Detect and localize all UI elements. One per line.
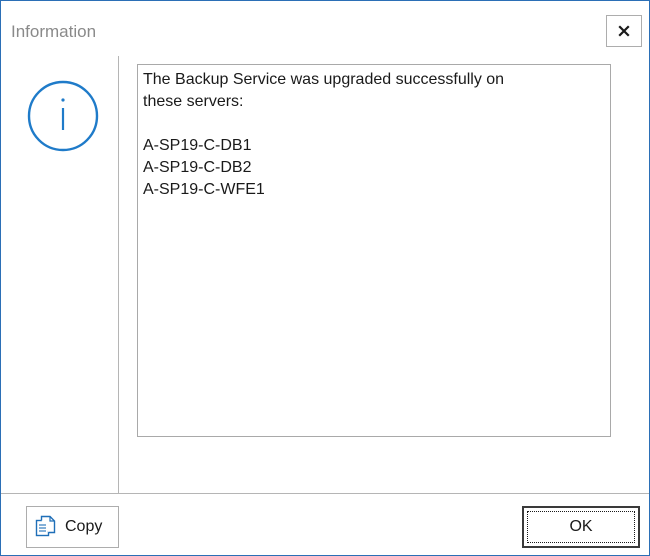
copy-button-label: Copy bbox=[65, 518, 103, 535]
server-name: A-SP19-C-WFE1 bbox=[143, 181, 265, 198]
message-line: The Backup Service was upgraded successf… bbox=[143, 71, 505, 88]
info-icon bbox=[27, 80, 99, 152]
copy-button[interactable]: Copy bbox=[26, 506, 119, 548]
information-dialog: Information The Backup Service was upgra… bbox=[0, 0, 650, 556]
footer-divider bbox=[1, 493, 649, 494]
close-icon bbox=[618, 25, 630, 37]
ok-button[interactable]: OK bbox=[522, 506, 640, 548]
message-text-box[interactable]: The Backup Service was upgraded successf… bbox=[137, 64, 611, 437]
copy-icon bbox=[35, 515, 56, 537]
close-button[interactable] bbox=[606, 15, 642, 47]
message-line: these servers: bbox=[143, 93, 244, 110]
dialog-title: Information bbox=[11, 22, 97, 41]
focus-ring bbox=[527, 511, 635, 543]
server-name: A-SP19-C-DB2 bbox=[143, 159, 252, 176]
server-name: A-SP19-C-DB1 bbox=[143, 137, 252, 154]
